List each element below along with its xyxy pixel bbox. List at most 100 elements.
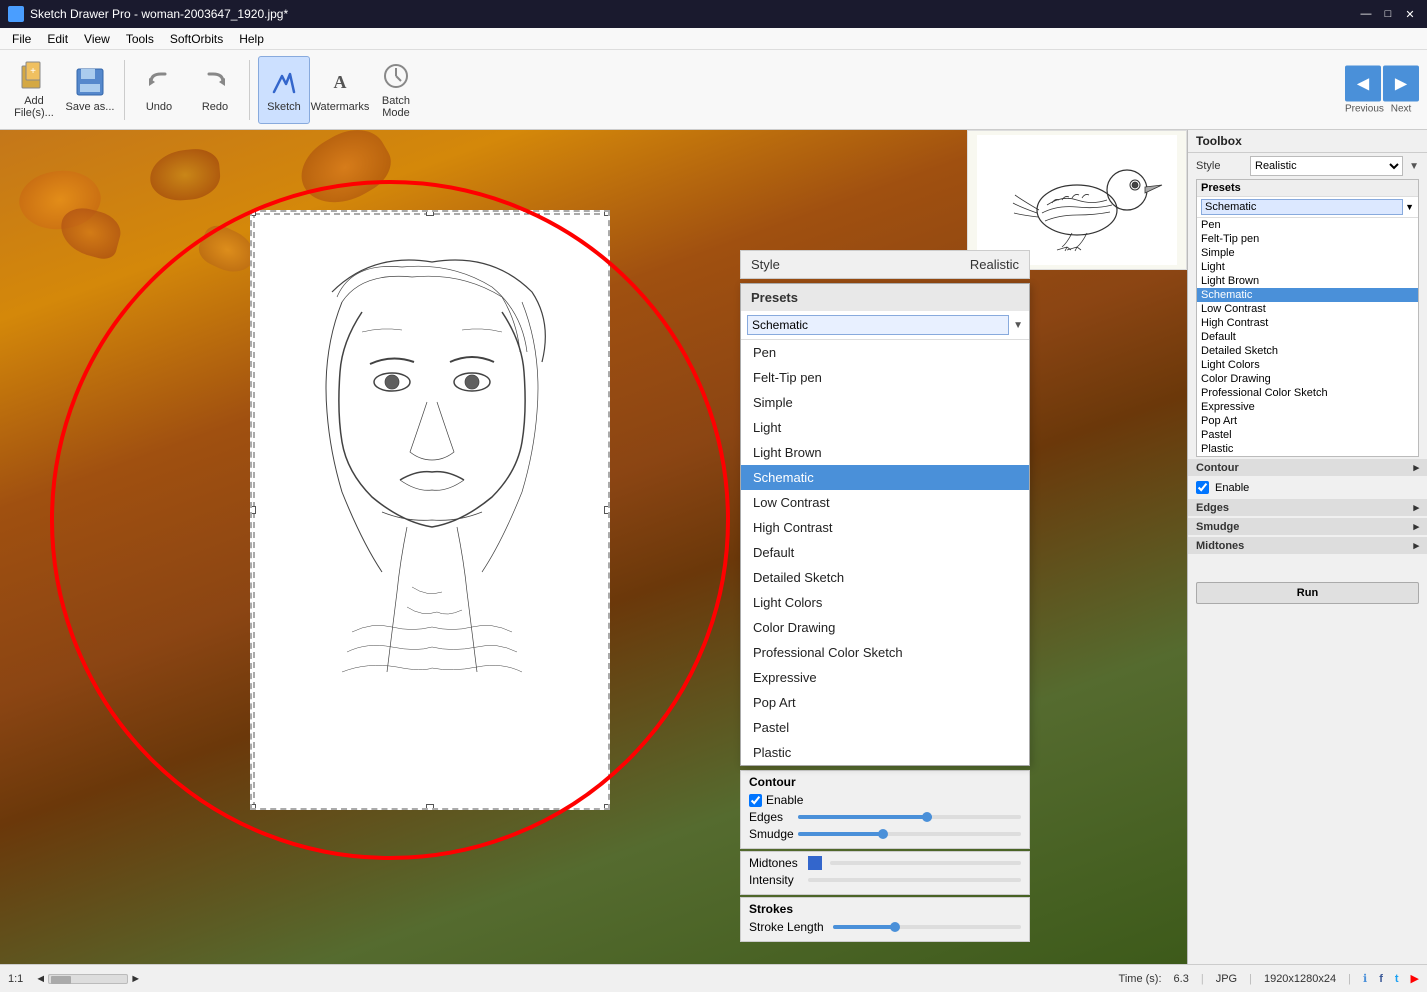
canvas-strokes-section: Strokes Stroke Length [740, 897, 1030, 942]
smudge-slider[interactable] [798, 832, 1021, 836]
undo-icon [143, 66, 175, 98]
big-preset-light[interactable]: Light [741, 415, 1029, 440]
selection-handle-bc [426, 804, 434, 810]
rt-preset-high-contrast[interactable]: High Contrast [1197, 316, 1418, 330]
scroll-thumb[interactable] [51, 976, 71, 984]
selection-handle-mr [604, 506, 610, 514]
intensity-slider[interactable] [808, 878, 1021, 882]
smudge-label: Smudge [749, 827, 794, 841]
contour-section[interactable]: Contour ▸ [1188, 459, 1427, 476]
maximize-button[interactable]: □ [1379, 5, 1397, 23]
style-row: Style Realistic Pencil ▼ [1188, 153, 1427, 179]
midtones-section[interactable]: Midtones ▸ [1188, 537, 1427, 554]
big-preset-default[interactable]: Default [741, 540, 1029, 565]
big-preset-pastel[interactable]: Pastel [741, 715, 1029, 740]
menu-view[interactable]: View [76, 30, 118, 48]
redo-button[interactable]: Redo [189, 56, 241, 124]
big-preset-simple[interactable]: Simple [741, 390, 1029, 415]
rt-preset-default[interactable]: Default [1197, 330, 1418, 344]
big-preset-expressive[interactable]: Expressive [741, 665, 1029, 690]
big-preset-pop-art[interactable]: Pop Art [741, 690, 1029, 715]
next-label: Next [1383, 103, 1419, 114]
run-button[interactable]: Run [1196, 582, 1419, 604]
rt-enable-row: Enable [1188, 478, 1427, 497]
big-preset-light-colors[interactable]: Light Colors [741, 590, 1029, 615]
rt-enable-label: Enable [1215, 482, 1249, 494]
status-sep-2: | [1249, 973, 1252, 985]
style-select[interactable]: Realistic Pencil [1250, 156, 1403, 176]
sketch-button[interactable]: Sketch [258, 56, 310, 124]
big-preset-low-contrast[interactable]: Low Contrast [741, 490, 1029, 515]
scroll-track[interactable] [48, 974, 128, 984]
rt-enable-checkbox[interactable] [1196, 481, 1209, 494]
rt-preset-pastel[interactable]: Pastel [1197, 428, 1418, 442]
smudge-section[interactable]: Smudge ▸ [1188, 518, 1427, 535]
rt-preset-light-brown[interactable]: Light Brown [1197, 274, 1418, 288]
watermarks-button[interactable]: A Watermarks [314, 56, 366, 124]
rt-preset-schematic[interactable]: Schematic [1197, 288, 1418, 302]
batch-mode-button[interactable]: Batch Mode [370, 56, 422, 124]
rt-preset-professional-color-sketch[interactable]: Professional Color Sketch [1197, 386, 1418, 400]
big-preset-pen[interactable]: Pen [741, 340, 1029, 365]
rt-preset-low-contrast[interactable]: Low Contrast [1197, 302, 1418, 316]
menu-tools[interactable]: Tools [118, 30, 162, 48]
menu-softorbits[interactable]: SoftOrbits [162, 30, 231, 48]
big-preset-detailed-sketch[interactable]: Detailed Sketch [741, 565, 1029, 590]
menu-edit[interactable]: Edit [39, 30, 76, 48]
info-icon[interactable]: ℹ [1363, 972, 1367, 985]
scroll-right-btn[interactable]: ► [130, 973, 141, 985]
big-preset-schematic[interactable]: Schematic [741, 465, 1029, 490]
edges-section-arrow: ▸ [1413, 501, 1419, 514]
undo-button[interactable]: Undo [133, 56, 185, 124]
rt-presets-box: Presets Schematic ▼ Pen Felt-Tip pen Sim… [1196, 179, 1419, 457]
twitter-icon[interactable]: t [1395, 973, 1399, 985]
edges-section[interactable]: Edges ▸ [1188, 499, 1427, 516]
minimize-button[interactable]: — [1357, 5, 1375, 23]
rt-preset-pop-art[interactable]: Pop Art [1197, 414, 1418, 428]
midtones-color-swatch [808, 856, 822, 870]
rt-preset-detailed-sketch[interactable]: Detailed Sketch [1197, 344, 1418, 358]
rt-preset-light-colors[interactable]: Light Colors [1197, 358, 1418, 372]
scroll-bar[interactable]: ◄ ► [35, 973, 141, 985]
rt-preset-felt-tip-pen[interactable]: Felt-Tip pen [1197, 232, 1418, 246]
stroke-length-thumb [890, 922, 900, 932]
spacer [1188, 556, 1427, 576]
youtube-icon[interactable]: ▶ [1411, 972, 1419, 985]
enable-checkbox[interactable] [749, 794, 762, 807]
rt-preset-pen[interactable]: Pen [1197, 218, 1418, 232]
selection-handle-bl [250, 804, 256, 810]
save-as-button[interactable]: Save as... [64, 56, 116, 124]
titlebar-controls[interactable]: — □ ✕ [1357, 5, 1419, 23]
big-preset-plastic[interactable]: Plastic [741, 740, 1029, 765]
rt-preset-plastic[interactable]: Plastic [1197, 442, 1418, 456]
toolbar: + Add File(s)... Save as... Undo [0, 50, 1427, 130]
next-button[interactable]: ▶ [1383, 65, 1419, 101]
previous-button[interactable]: ◀ [1345, 65, 1381, 101]
rt-preset-expressive[interactable]: Expressive [1197, 400, 1418, 414]
close-button[interactable]: ✕ [1401, 5, 1419, 23]
rt-preset-select-row[interactable]: Schematic ▼ [1197, 197, 1418, 218]
svg-text:+: + [30, 66, 36, 77]
stroke-length-slider[interactable] [833, 925, 1021, 929]
scroll-left-btn[interactable]: ◄ [35, 973, 46, 985]
smudge-fill [798, 832, 887, 836]
contour-section-label: Contour [749, 775, 1021, 789]
menu-help[interactable]: Help [231, 30, 272, 48]
rt-preset-simple[interactable]: Simple [1197, 246, 1418, 260]
menu-file[interactable]: File [4, 30, 39, 48]
redo-icon [199, 66, 231, 98]
toolbar-separator-2 [249, 60, 250, 120]
add-files-button[interactable]: + Add File(s)... [8, 56, 60, 124]
big-preset-light-brown[interactable]: Light Brown [741, 440, 1029, 465]
big-preset-color-drawing[interactable]: Color Drawing [741, 615, 1029, 640]
big-preset-professional-color-sketch[interactable]: Professional Color Sketch [741, 640, 1029, 665]
facebook-icon[interactable]: f [1379, 973, 1383, 985]
midtones-slider[interactable] [830, 861, 1021, 865]
rt-preset-color-drawing[interactable]: Color Drawing [1197, 372, 1418, 386]
big-preset-high-contrast[interactable]: High Contrast [741, 515, 1029, 540]
bird-sketch-svg [977, 135, 1177, 265]
big-dropdown-select-row[interactable]: Schematic ▼ [741, 311, 1029, 340]
big-preset-felt-tip-pen[interactable]: Felt-Tip pen [741, 365, 1029, 390]
rt-preset-light[interactable]: Light [1197, 260, 1418, 274]
edges-slider[interactable] [798, 815, 1021, 819]
